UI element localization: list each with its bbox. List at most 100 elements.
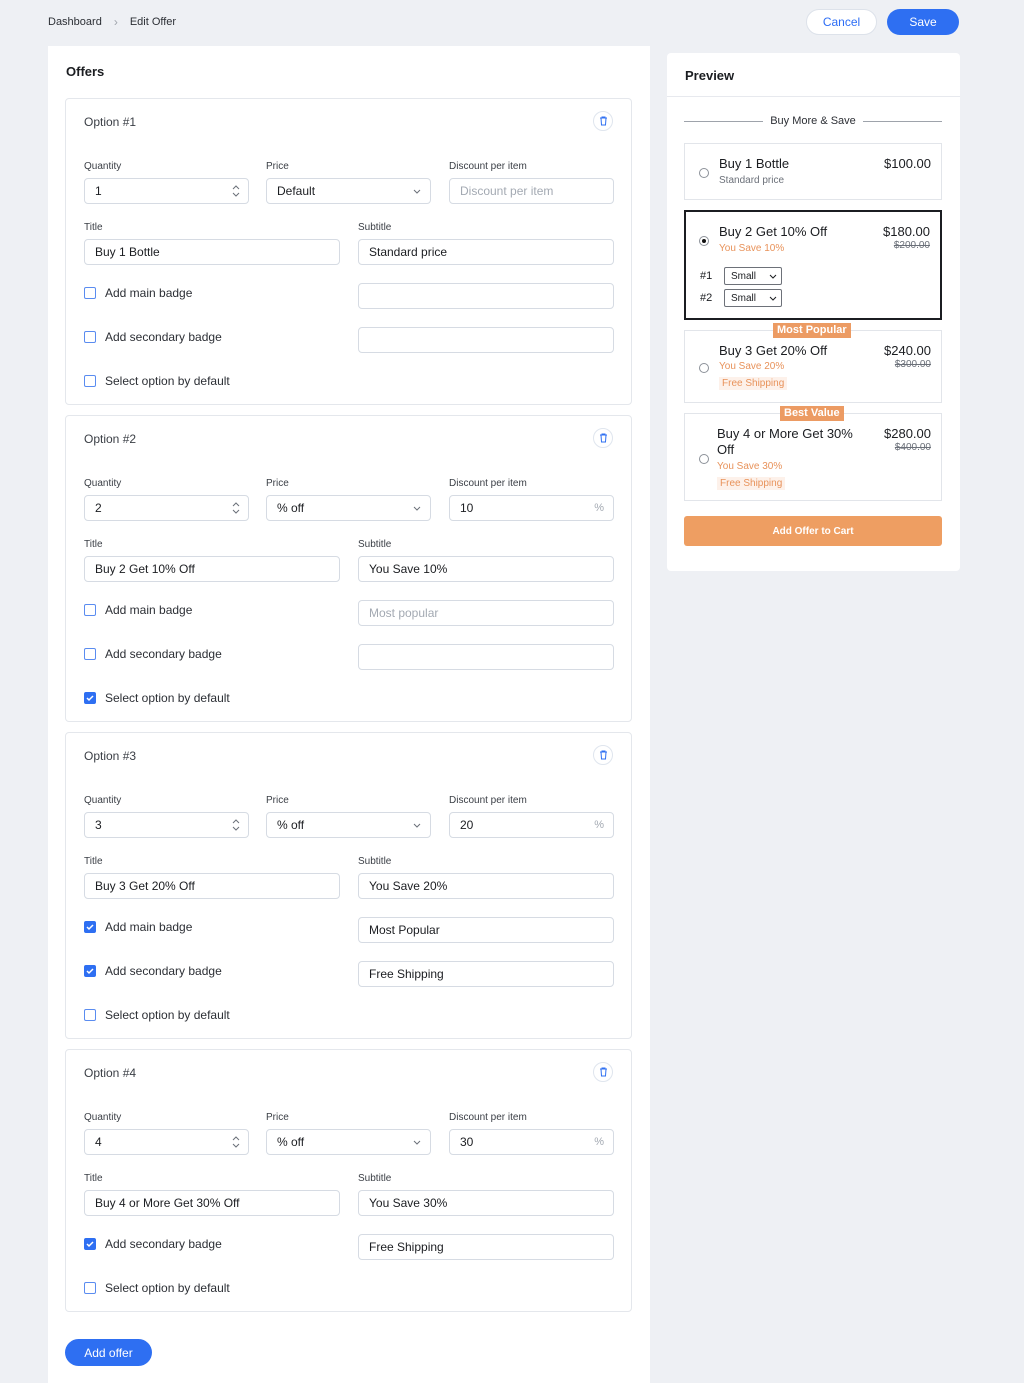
trash-icon xyxy=(599,1067,607,1077)
offer-subtitle: You Save 10% xyxy=(719,243,785,254)
main-badge: Best Value xyxy=(780,406,844,421)
breadcrumb-dashboard[interactable]: Dashboard xyxy=(48,16,102,28)
default-checkbox-row[interactable]: Select option by default xyxy=(84,1008,230,1022)
main-badge-input[interactable]: Most Popular xyxy=(358,917,614,943)
preview-offer-card-4[interactable]: Buy 4 or More Get 30% Off You Save 30% F… xyxy=(684,413,942,501)
quantity-stepper[interactable]: 4 xyxy=(84,1129,249,1155)
discount-input[interactable]: Discount per item xyxy=(449,178,614,204)
preview-offer-card-2[interactable]: Buy 2 Get 10% Off You Save 10% $180.00 $… xyxy=(684,210,942,320)
secondary-badge-checkbox-row[interactable]: Add secondary badge xyxy=(84,330,222,344)
chevron-right-icon: › xyxy=(113,15,118,29)
secondary-badge-checkbox[interactable] xyxy=(84,1238,96,1250)
subtitle-label: Subtitle xyxy=(358,222,392,233)
chevron-down-icon xyxy=(413,823,421,828)
default-checkbox-row[interactable]: Select option by default xyxy=(84,691,230,705)
quantity-stepper[interactable]: 2 xyxy=(84,495,249,521)
subtitle-input[interactable]: Standard price xyxy=(358,239,614,265)
secondary-badge-value: Free Shipping xyxy=(369,1240,444,1254)
shipping-badge: Free Shipping xyxy=(717,477,786,490)
delete-option-button[interactable] xyxy=(593,428,613,448)
main-badge-checkbox[interactable] xyxy=(84,604,96,616)
discount-input[interactable]: 30 % xyxy=(449,1129,614,1155)
add-to-cart-button[interactable]: Add Offer to Cart xyxy=(684,516,942,546)
quantity-value: 1 xyxy=(95,184,102,198)
breadcrumb-current: Edit Offer xyxy=(129,16,177,28)
main-badge-checkbox-row[interactable]: Add main badge xyxy=(84,920,192,934)
price-select[interactable]: % off xyxy=(266,812,431,838)
stepper-icon xyxy=(232,1136,240,1148)
price-select[interactable]: Default xyxy=(266,178,431,204)
price-value: % off xyxy=(277,1135,305,1149)
subtitle-input[interactable]: You Save 30% xyxy=(358,1190,614,1216)
main-badge-checkbox-row[interactable]: Add main badge xyxy=(84,286,192,300)
main-badge-input[interactable]: Most popular xyxy=(358,600,614,626)
secondary-badge-input[interactable]: Free Shipping xyxy=(358,961,614,987)
title-input[interactable]: Buy 2 Get 10% Off xyxy=(84,556,340,582)
offer-radio[interactable] xyxy=(699,168,709,178)
title-value: Buy 1 Bottle xyxy=(95,245,160,259)
title-input[interactable]: Buy 4 or More Get 30% Off xyxy=(84,1190,340,1216)
offers-panel: Offers Option #1 Quantity Price Discount… xyxy=(48,46,650,1383)
title-input[interactable]: Buy 1 Bottle xyxy=(84,239,340,265)
subtitle-input[interactable]: You Save 20% xyxy=(358,873,614,899)
discount-value: 20 xyxy=(460,818,474,832)
discount-input[interactable]: 20 % xyxy=(449,812,614,838)
title-input[interactable]: Buy 3 Get 20% Off xyxy=(84,873,340,899)
main-badge-checkbox[interactable] xyxy=(84,287,96,299)
add-offer-button[interactable]: Add offer xyxy=(65,1339,152,1366)
delete-option-button[interactable] xyxy=(593,111,613,131)
chevron-down-icon xyxy=(413,506,421,511)
default-checkbox[interactable] xyxy=(84,1009,96,1021)
trash-icon xyxy=(599,433,607,443)
cancel-button[interactable]: Cancel xyxy=(806,9,877,35)
secondary-badge-checkbox[interactable] xyxy=(84,965,96,977)
checkmark-icon xyxy=(86,924,94,931)
default-checkbox[interactable] xyxy=(84,1282,96,1294)
quantity-value: 4 xyxy=(95,1135,102,1149)
secondary-badge-checkbox[interactable] xyxy=(84,331,96,343)
variant-row-1: #1 Small xyxy=(700,267,782,285)
secondary-badge-checkbox-row[interactable]: Add secondary badge xyxy=(84,647,222,661)
quantity-stepper[interactable]: 3 xyxy=(84,812,249,838)
secondary-badge-checkbox[interactable] xyxy=(84,648,96,660)
subtitle-value: Standard price xyxy=(369,245,448,259)
save-button[interactable]: Save xyxy=(887,9,959,35)
variant-number: #1 xyxy=(700,270,713,282)
secondary-badge-input[interactable] xyxy=(358,327,614,353)
price-select[interactable]: % off xyxy=(266,1129,431,1155)
secondary-badge-checkbox-row[interactable]: Add secondary badge xyxy=(84,964,222,978)
offer-radio-selected[interactable] xyxy=(699,236,709,246)
main-badge-value: Most Popular xyxy=(369,923,440,937)
discount-value: 10 xyxy=(460,501,474,515)
discount-input[interactable]: 10 % xyxy=(449,495,614,521)
variant-select[interactable]: Small xyxy=(724,267,782,285)
main-badge-checkbox-row[interactable]: Add main badge xyxy=(84,603,192,617)
default-checkbox-row[interactable]: Select option by default xyxy=(84,374,230,388)
default-checkbox[interactable] xyxy=(84,375,96,387)
preview-offer-card-1[interactable]: Buy 1 Bottle Standard price $100.00 xyxy=(684,143,942,200)
offer-price: $180.00 xyxy=(883,224,930,239)
variant-select[interactable]: Small xyxy=(724,289,782,307)
preview-offer-card-3[interactable]: Buy 3 Get 20% Off You Save 20% Free Ship… xyxy=(684,330,942,403)
secondary-badge-checkbox-row[interactable]: Add secondary badge xyxy=(84,1237,222,1251)
price-label: Price xyxy=(266,161,289,172)
main-badge-checkbox[interactable] xyxy=(84,921,96,933)
secondary-badge-input[interactable]: Free Shipping xyxy=(358,1234,614,1260)
offer-radio[interactable] xyxy=(699,454,709,464)
subtitle-input[interactable]: You Save 10% xyxy=(358,556,614,582)
preview-title: Preview xyxy=(685,68,735,83)
top-bar: Dashboard › Edit Offer Cancel Save xyxy=(0,0,1024,46)
divider xyxy=(667,96,960,97)
default-checkbox-row[interactable]: Select option by default xyxy=(84,1281,230,1295)
delete-option-button[interactable] xyxy=(593,1062,613,1082)
delete-option-button[interactable] xyxy=(593,745,613,765)
default-checkbox[interactable] xyxy=(84,692,96,704)
main-badge-input[interactable] xyxy=(358,283,614,309)
quantity-stepper[interactable]: 1 xyxy=(84,178,249,204)
chevron-down-icon xyxy=(769,274,777,279)
offer-title-line-1: Buy 4 or More Get 30% xyxy=(717,426,853,441)
offer-radio[interactable] xyxy=(699,363,709,373)
secondary-badge-input[interactable] xyxy=(358,644,614,670)
price-select[interactable]: % off xyxy=(266,495,431,521)
title-label: Title xyxy=(84,222,103,233)
